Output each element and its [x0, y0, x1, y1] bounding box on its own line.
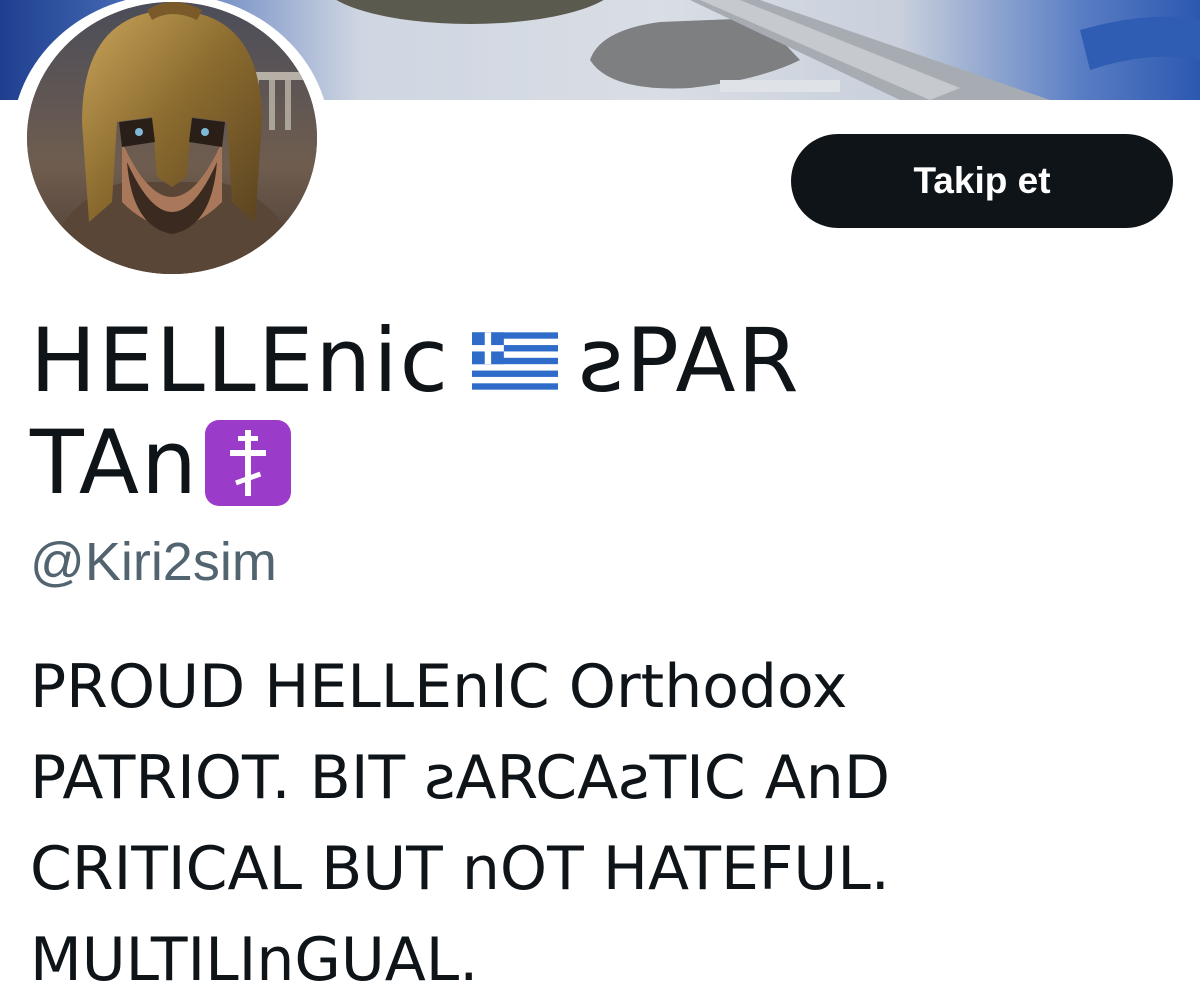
greece-flag-icon: [472, 332, 559, 390]
display-name: HELLEnic ƨPAR TAn: [30, 310, 950, 514]
display-name-line-2: TAn: [30, 412, 950, 514]
username-handle: @Kiri2sim: [30, 532, 277, 592]
display-name-part-1: HELLEnic: [30, 309, 451, 412]
avatar-image: [27, 2, 317, 274]
profile-page: Takip et HELLEnic ƨPAR TAn @Kiri2sim PRO…: [0, 0, 1200, 1008]
orthodox-cross-icon: [204, 420, 291, 506]
bio-line: PROUD HELLEnIC Orthodox: [30, 652, 848, 722]
display-name-part-2: ƨPAR: [578, 309, 801, 412]
display-name-line-1: HELLEnic ƨPAR: [30, 310, 950, 412]
profile-bio: PROUD HELLEnIC Orthodox PATRIOT. BIT ƨAR…: [30, 642, 1180, 1006]
bio-line: MULTILInGUAL.: [30, 925, 479, 995]
bio-line: PATRIOT. BIT ƨARCAƨTIC AnD: [30, 743, 891, 813]
follow-button[interactable]: Takip et: [791, 134, 1173, 228]
avatar[interactable]: [12, 0, 330, 284]
bio-line: CRITICAL BUT nOT HATEFUL.: [30, 834, 890, 904]
display-name-part-3: TAn: [30, 411, 199, 514]
